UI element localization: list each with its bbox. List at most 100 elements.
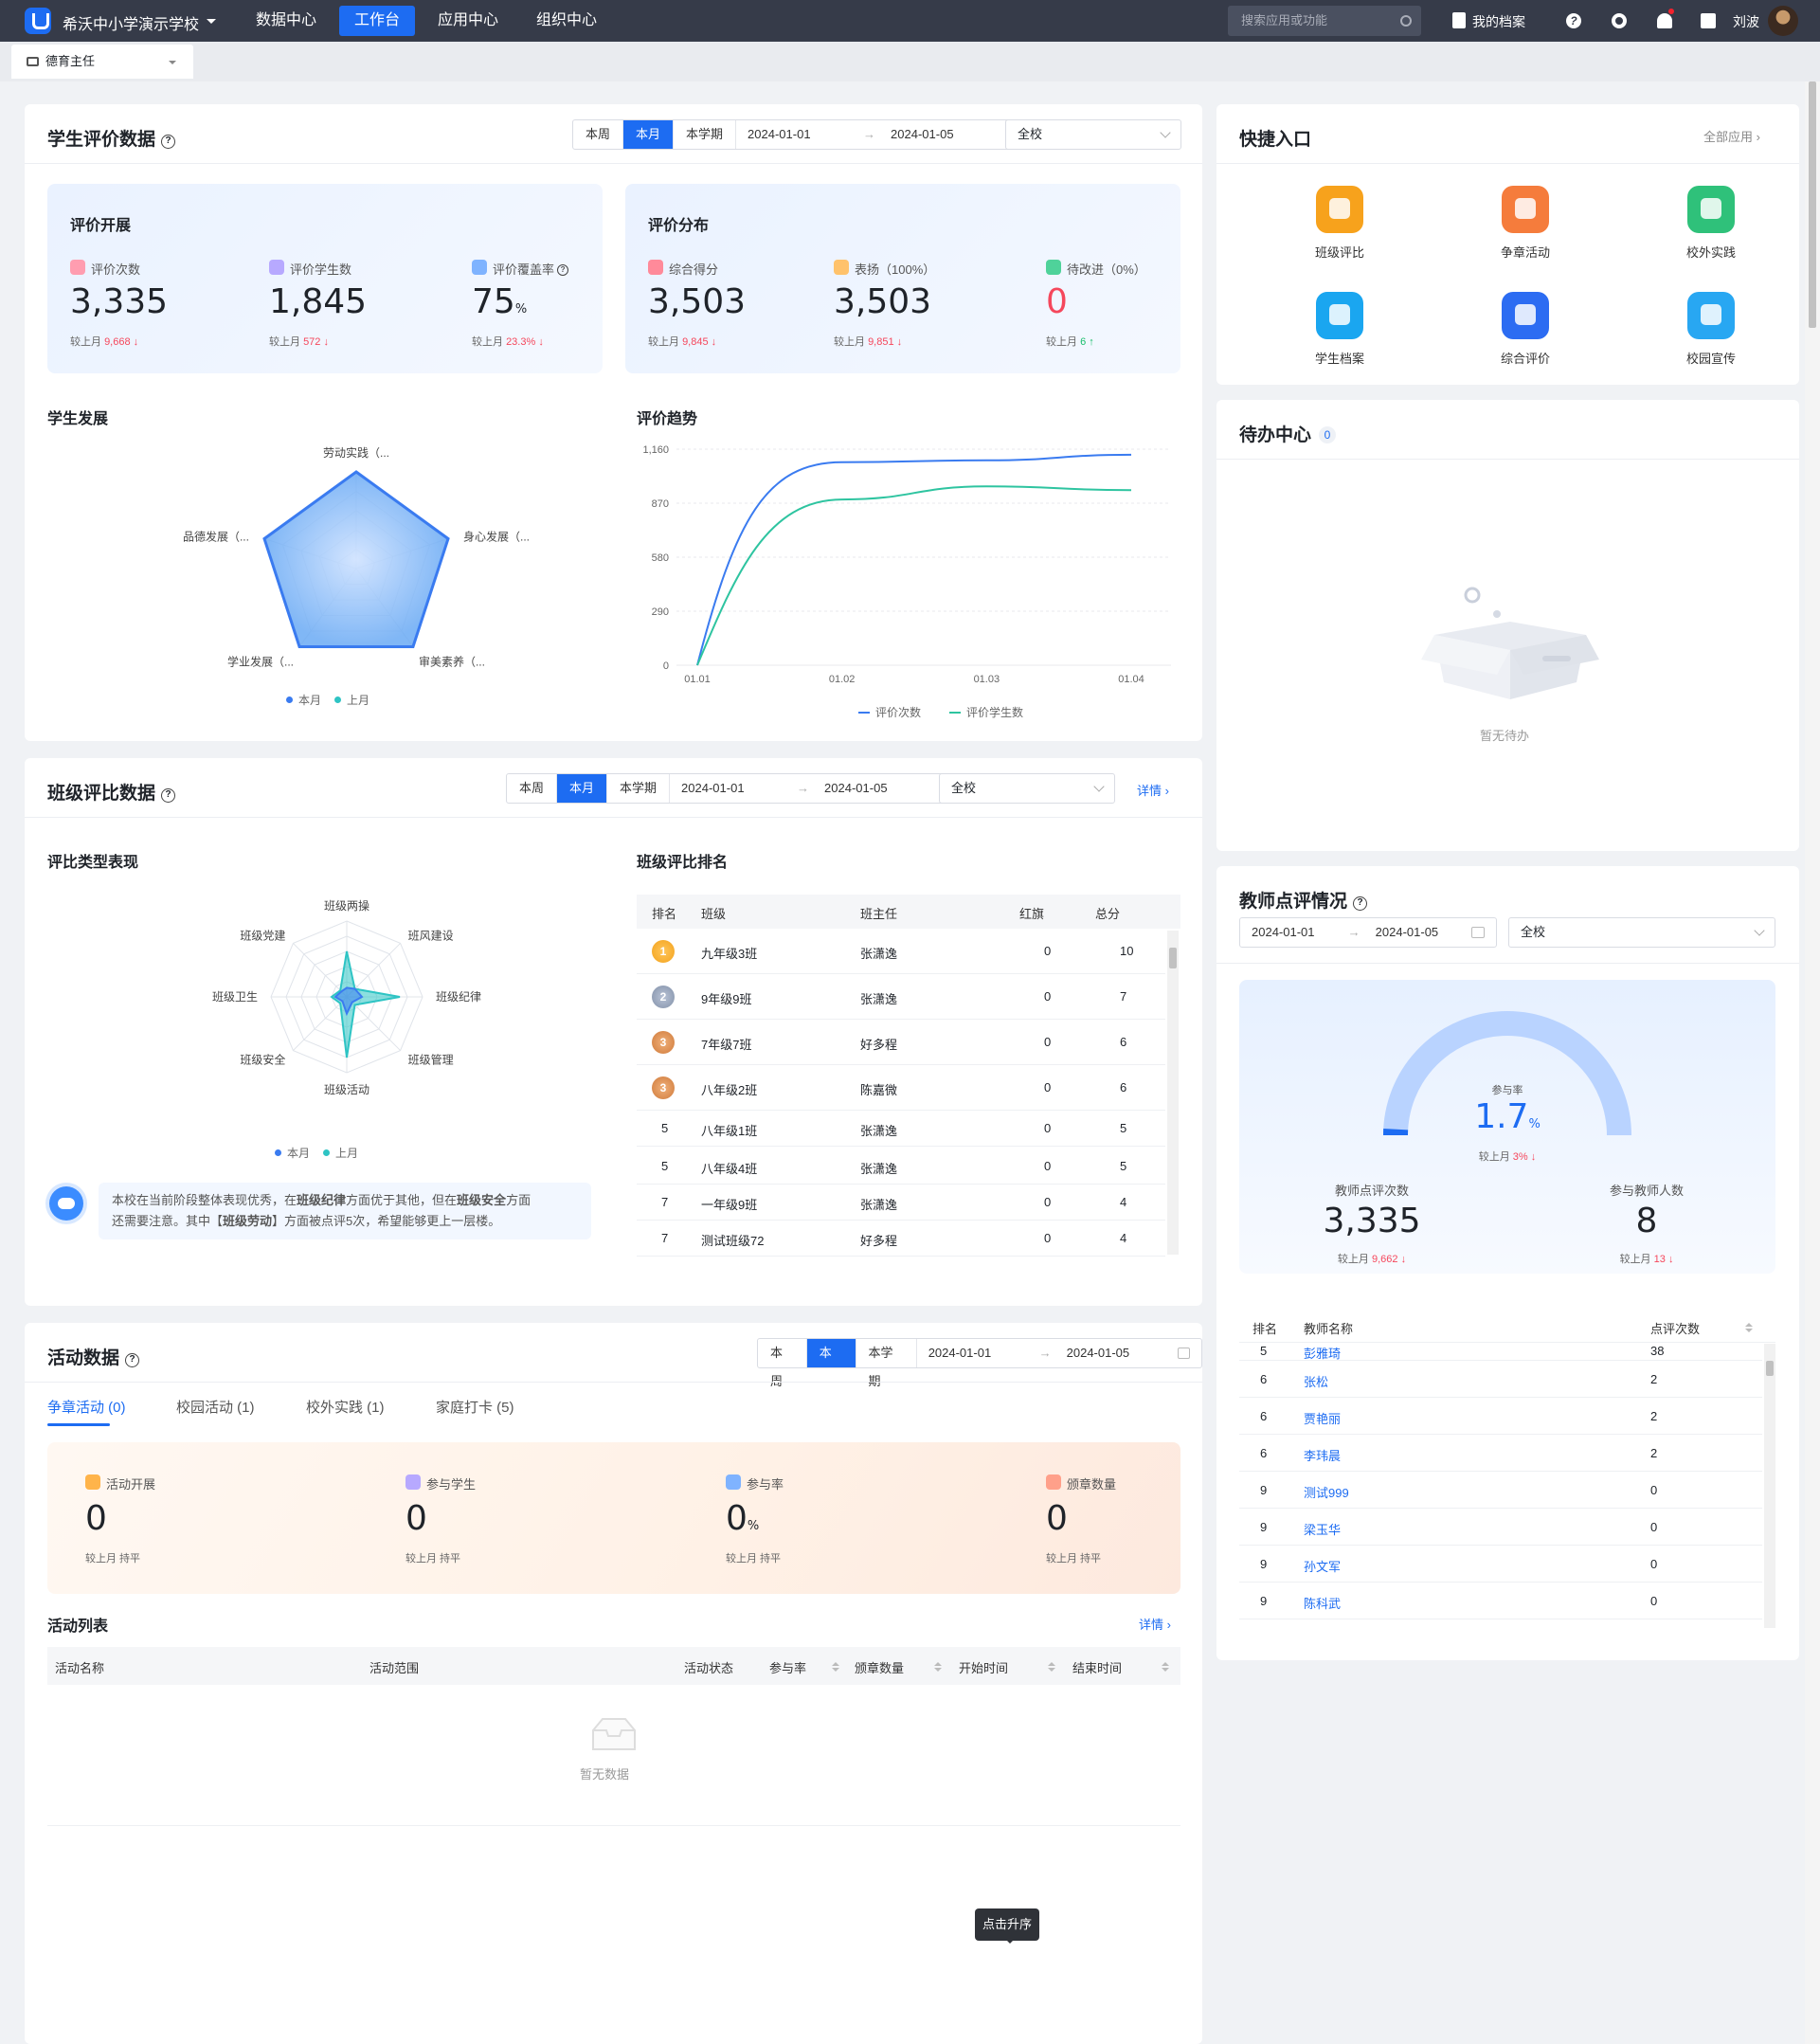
teacher-name-link[interactable]: 李玮晨	[1304, 1446, 1341, 1464]
tab-term[interactable]: 本学期	[856, 1339, 917, 1388]
tab-month[interactable]: 本月	[557, 774, 608, 803]
scope-select[interactable]: 全校	[939, 773, 1115, 804]
quick-entry-item[interactable]: 校外实践	[1664, 186, 1758, 271]
my-profile-link[interactable]: 我的档案	[1472, 12, 1525, 31]
calendar-icon[interactable]	[1471, 927, 1485, 938]
scrollbar[interactable]	[1167, 931, 1179, 1255]
teacher-name-link[interactable]: 孙文军	[1304, 1557, 1341, 1575]
quick-entry-item[interactable]: 班级评比	[1292, 186, 1387, 271]
quick-entry-item[interactable]: 学生档案	[1292, 292, 1387, 377]
end-date[interactable]: 2024-01-05	[813, 774, 936, 803]
column-header[interactable]: 点评次数	[1650, 1319, 1700, 1337]
column-header[interactable]: 参与率	[769, 1658, 806, 1676]
legend-dot	[323, 1149, 331, 1156]
teacher-cell: 张潇逸	[860, 947, 898, 961]
scope-select[interactable]: 全校	[1508, 917, 1775, 948]
profile-icon[interactable]	[1316, 292, 1363, 339]
teacher-name-link[interactable]: 张松	[1304, 1372, 1328, 1390]
eval-icon[interactable]	[1502, 292, 1549, 339]
sort-icon[interactable]	[934, 1662, 942, 1673]
tab-week[interactable]: 本周	[507, 774, 558, 803]
start-date[interactable]: 2024-01-01	[1240, 918, 1344, 947]
all-apps-link[interactable]: 全部应用 ›	[1703, 127, 1760, 145]
y-tick-label: 0	[663, 660, 669, 672]
nav-org-center[interactable]: 组织中心	[521, 6, 612, 36]
scrollbar-thumb[interactable]	[1766, 1361, 1774, 1376]
bell-icon[interactable]	[1657, 13, 1672, 28]
search-icon[interactable]	[1400, 15, 1412, 27]
start-date[interactable]: 2024-01-01	[917, 1339, 1036, 1367]
page-scrollbar[interactable]	[1805, 81, 1820, 2044]
end-date[interactable]: 2024-01-05	[1055, 1339, 1174, 1367]
column-header: 排名	[652, 907, 677, 921]
quick-entry-item[interactable]: 综合评价	[1478, 292, 1573, 377]
role-label: 德育主任	[45, 54, 96, 68]
message-icon[interactable]	[1701, 13, 1716, 28]
detail-link[interactable]: 详情 ›	[1137, 781, 1169, 799]
flag-cell: 0	[1044, 1195, 1052, 1209]
start-date[interactable]: 2024-01-01	[670, 774, 793, 803]
tab-outdoor-practice[interactable]: 校外实践 (1)	[306, 1397, 385, 1417]
user-name[interactable]: 刘波	[1733, 12, 1759, 31]
nav-workbench[interactable]: 工作台	[339, 6, 416, 36]
scope-select[interactable]: 全校	[1005, 119, 1181, 150]
radar-axis-label: 班级安全	[240, 1053, 285, 1067]
rank-cell: 9	[1260, 1593, 1268, 1608]
tab-month[interactable]: 本月	[623, 120, 675, 149]
tab-term[interactable]: 本学期	[607, 774, 671, 803]
column-header: 班主任	[860, 907, 898, 921]
teacher-cell: 张潇逸	[860, 992, 898, 1006]
sort-icon[interactable]	[1745, 1323, 1753, 1334]
sort-icon[interactable]	[1048, 1662, 1055, 1673]
end-date[interactable]: 2024-01-05	[1364, 918, 1469, 947]
tab-badge-activity[interactable]: 争章活动 (0)	[47, 1397, 126, 1417]
school-logo-icon[interactable]	[25, 8, 51, 34]
column-header[interactable]: 开始时间	[959, 1658, 1008, 1676]
help-icon[interactable]: ?	[1353, 896, 1368, 911]
tab-family-checkin[interactable]: 家庭打卡 (5)	[436, 1397, 514, 1417]
medal-icon[interactable]	[1502, 186, 1549, 233]
role-selector[interactable]: 德育主任	[11, 45, 193, 79]
end-date[interactable]: 2024-01-05	[879, 120, 1002, 149]
arrow-down-icon: ↓	[538, 336, 544, 348]
quick-entry-label: 班级评比	[1314, 245, 1364, 260]
quick-entry-item[interactable]: 争章活动	[1478, 186, 1573, 271]
teacher-name-link[interactable]: 贾艳丽	[1304, 1409, 1341, 1427]
teacher-name-link[interactable]: 梁玉华	[1304, 1520, 1341, 1538]
scrollbar-thumb[interactable]	[1169, 948, 1177, 968]
help-icon[interactable]: ?	[161, 135, 176, 149]
school-name[interactable]: 希沃中小学演示学校	[63, 11, 199, 34]
sort-icon[interactable]	[832, 1662, 839, 1673]
nav-app-center[interactable]: 应用中心	[423, 6, 514, 36]
clover-icon[interactable]	[1687, 186, 1735, 233]
start-date[interactable]: 2024-01-01	[736, 120, 859, 149]
page-scrollbar-thumb[interactable]	[1809, 81, 1816, 328]
search-input[interactable]: 搜索应用或功能	[1228, 6, 1421, 36]
tab-week[interactable]: 本周	[573, 120, 624, 149]
news-icon[interactable]	[1687, 292, 1735, 339]
settings-icon[interactable]	[1612, 13, 1627, 28]
help-icon[interactable]: ?	[125, 1353, 140, 1367]
quick-entry-item[interactable]: 校园宣传	[1664, 292, 1758, 377]
column-header[interactable]: 结束时间	[1072, 1658, 1122, 1676]
metric-compare: 较上月 9,851 ↓	[834, 336, 903, 348]
chevron-down-icon[interactable]	[207, 19, 216, 28]
detail-link[interactable]: 详情 ›	[1139, 1615, 1171, 1633]
tab-term[interactable]: 本学期	[674, 120, 737, 149]
teacher-name-link[interactable]: 陈科武	[1304, 1594, 1341, 1612]
teacher-name-link[interactable]: 测试999	[1304, 1483, 1349, 1501]
avatar[interactable]	[1768, 6, 1798, 36]
help-icon[interactable]: ?	[1566, 13, 1581, 28]
nav-data-center[interactable]: 数据中心	[241, 6, 332, 36]
scrollbar[interactable]	[1764, 1344, 1775, 1628]
monitor-icon	[27, 57, 39, 66]
badge-icon[interactable]	[1316, 186, 1363, 233]
profile-icon[interactable]	[1452, 12, 1466, 28]
tab-campus-activity[interactable]: 校园活动 (1)	[176, 1397, 255, 1417]
tab-week[interactable]: 本周	[758, 1339, 807, 1388]
column-header[interactable]: 颁章数量	[855, 1658, 904, 1676]
calendar-icon[interactable]	[1177, 1348, 1190, 1359]
sort-icon[interactable]	[1162, 1662, 1169, 1673]
help-icon[interactable]: ?	[161, 788, 176, 803]
tab-month[interactable]: 本月	[806, 1339, 856, 1388]
